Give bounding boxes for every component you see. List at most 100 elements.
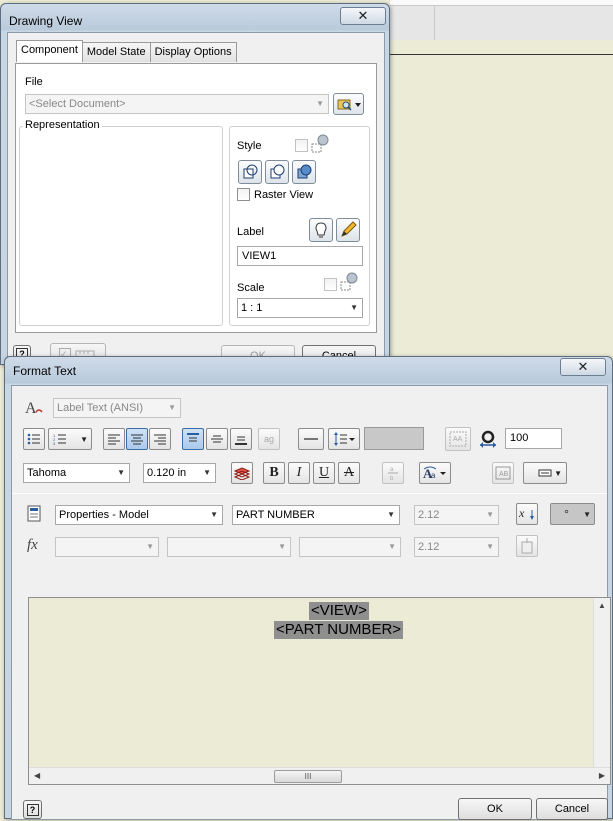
bold-button[interactable]: B <box>263 462 285 484</box>
add-property-button[interactable]: x <box>516 503 538 525</box>
scroll-thumb[interactable]: III <box>274 770 342 783</box>
scroll-left-icon[interactable]: ◀ <box>34 771 40 780</box>
font-value: Tahoma <box>27 467 67 479</box>
format-text-cancel-button[interactable]: Cancel <box>536 798 608 820</box>
chevron-down-icon: ▼ <box>583 509 591 519</box>
align-top-icon <box>187 433 199 442</box>
add-parameter-button[interactable] <box>516 535 538 557</box>
stack-text-button[interactable]: ag <box>258 428 280 450</box>
tab-component[interactable]: Component <box>16 40 83 62</box>
case-button[interactable]: Aa <box>419 462 451 484</box>
format-text-help-button[interactable]: ? <box>23 800 42 819</box>
parameter-model-select[interactable]: ▼ <box>55 537 159 557</box>
bullet-list-button[interactable] <box>23 428 45 450</box>
property-select[interactable]: PART NUMBER ▼ <box>232 505 400 525</box>
spacing-icon: AA <box>449 431 467 447</box>
text-editor-area[interactable]: <VIEW> <PART NUMBER> ▲ ◀ III ▶ <box>28 597 611 785</box>
label-visibility-button[interactable] <box>309 218 333 242</box>
parameter-filter-select[interactable]: ▼ <box>299 537 401 557</box>
font-size-value: 0.120 in <box>147 467 187 479</box>
font-select[interactable]: Tahoma ▼ <box>23 463 130 483</box>
view-label-field[interactable]: VIEW1 <box>237 246 363 266</box>
chevron-down-icon: ▼ <box>486 542 494 551</box>
insert-symbol-button[interactable]: ▼ <box>523 462 567 484</box>
hidden-line-icon <box>243 164 258 179</box>
width-scale-field[interactable]: 100 <box>505 428 562 449</box>
underline-button[interactable]: U <box>313 462 335 484</box>
text-color-button[interactable] <box>231 462 253 484</box>
parameter-select[interactable]: ▼ <box>167 537 291 557</box>
line-spacing-button[interactable] <box>328 428 360 450</box>
align-right-icon <box>154 434 166 445</box>
editor-vertical-scrollbar[interactable]: ▲ <box>593 598 610 768</box>
folder-search-icon <box>337 99 361 111</box>
close-icon: ✕ <box>577 359 589 374</box>
tab-display-options[interactable]: Display Options <box>149 42 237 62</box>
format-text-ok-button[interactable]: OK <box>458 798 532 820</box>
fraction-button[interactable]: ab <box>382 462 404 484</box>
chevron-down-icon: ▼ <box>117 468 125 477</box>
align-left-button[interactable] <box>103 428 125 450</box>
file-select[interactable]: <Select Document> ▼ <box>25 94 329 114</box>
editor-horizontal-scrollbar[interactable]: ◀ III ▶ <box>29 767 610 784</box>
style-from-base-icon <box>311 134 329 153</box>
shaded-style-button[interactable] <box>292 160 316 184</box>
line-spacing-icon <box>334 432 355 446</box>
precision-select[interactable]: 2.12 ▼ <box>414 505 499 525</box>
align-bottom-button[interactable] <box>230 428 252 450</box>
insert-field-button[interactable]: AB <box>492 462 514 484</box>
align-top-button[interactable] <box>182 428 204 450</box>
tab-model-state[interactable]: Model State <box>81 42 151 62</box>
browse-file-button[interactable] <box>333 93 364 115</box>
scroll-up-icon[interactable]: ▲ <box>598 601 606 610</box>
shaded-style-icon <box>297 164 312 179</box>
hidden-line-style-button[interactable] <box>238 160 262 184</box>
font-size-select[interactable]: 0.120 in ▼ <box>143 463 216 483</box>
stack-icon: ag <box>263 434 274 444</box>
add-text-parameter-icon: x <box>518 506 534 520</box>
strikethrough-button[interactable]: A <box>338 462 360 484</box>
symbol-select[interactable]: ° ▼ <box>550 503 595 525</box>
text-line-view[interactable]: <VIEW> <box>309 602 369 620</box>
line-spacing-single-button[interactable] <box>298 428 324 450</box>
numbered-list-button[interactable]: 123 ▼ <box>48 428 92 450</box>
scale-from-base-checkbox[interactable] <box>324 278 337 291</box>
text-line-part-number[interactable]: <PART NUMBER> <box>274 621 404 639</box>
label-label: Label <box>237 226 264 238</box>
align-right-button[interactable] <box>149 428 171 450</box>
style-label: Style <box>237 140 262 152</box>
text-style-select[interactable]: Label Text (ANSI) ▼ <box>53 398 181 418</box>
parameter-precision-select[interactable]: 2.12 ▼ <box>414 537 499 557</box>
line-spacing-value-field[interactable] <box>364 427 424 450</box>
help-icon: ? <box>26 803 39 816</box>
symbol-icon <box>538 469 552 477</box>
fraction-icon: ab <box>388 467 398 481</box>
italic-button[interactable]: I <box>288 462 310 484</box>
scroll-right-icon[interactable]: ▶ <box>599 771 605 780</box>
hidden-line-removed-button[interactable] <box>265 160 289 184</box>
text-spacing-button[interactable]: AA <box>445 427 471 451</box>
close-icon: ✕ <box>357 8 369 23</box>
align-center-button[interactable] <box>126 428 148 450</box>
chevron-down-icon: ▼ <box>486 510 494 519</box>
align-middle-icon <box>211 435 223 443</box>
drawing-view-close-button[interactable]: ✕ <box>340 7 386 25</box>
format-text-close-button[interactable]: ✕ <box>560 358 606 376</box>
component-tab-page: File <Select Document> ▼ Representation … <box>15 63 377 333</box>
edit-label-button[interactable] <box>336 218 360 242</box>
property-source-select[interactable]: Properties - Model ▼ <box>55 505 223 525</box>
property-source-value: Properties - Model <box>59 509 149 521</box>
style-from-base-checkbox[interactable] <box>295 139 308 152</box>
function-icon: fx <box>27 537 38 553</box>
raster-view-checkbox[interactable] <box>237 188 250 201</box>
toolbar-separator <box>434 6 435 40</box>
chevron-down-icon: ▼ <box>168 403 176 412</box>
format-text-client: A Label Text (ANSI) ▼ 123 ▼ ag AA 100 Ta… <box>11 385 611 820</box>
scale-select[interactable]: 1 : 1 ▼ <box>237 298 363 318</box>
numbered-list-icon: 123 <box>53 433 66 445</box>
precision-value: 2.12 <box>418 509 440 521</box>
chevron-down-icon: ▼ <box>146 542 154 551</box>
symbol-value: ° <box>564 507 569 521</box>
chevron-down-icon: ▼ <box>278 542 286 551</box>
align-middle-button[interactable] <box>206 428 228 450</box>
